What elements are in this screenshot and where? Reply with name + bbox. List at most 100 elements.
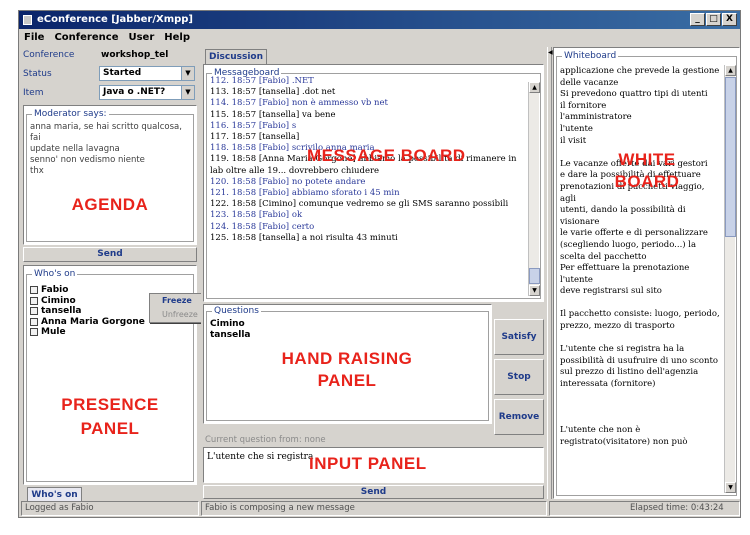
whiteboard-title: Whiteboard xyxy=(562,51,619,61)
whiteboard-line xyxy=(560,298,722,310)
scroll-down-icon[interactable]: ▼ xyxy=(725,482,736,493)
scroll-thumb[interactable] xyxy=(725,77,736,237)
user-icon xyxy=(30,307,38,316)
message-item: 124. 18:58 [Fabio] certo xyxy=(210,221,315,232)
maximize-button[interactable]: □ xyxy=(706,13,721,26)
whiteboard-line: prezzo, mezzo di trasporto xyxy=(560,321,675,332)
status-select[interactable]: Started ▼ xyxy=(99,66,195,81)
whiteboard-line xyxy=(560,333,722,345)
whiteboard-line xyxy=(560,402,722,414)
whiteboard-line: L'utente che si registra ha la xyxy=(560,344,685,355)
splitter-handle[interactable]: ◀ xyxy=(547,47,553,499)
scroll-up-icon[interactable]: ▲ xyxy=(529,82,540,93)
agenda-send-button[interactable]: Send xyxy=(23,247,197,262)
message-item: 121. 18:58 [Fabio] abbiamo sforato i 45 … xyxy=(210,188,400,199)
moderator-text: anna maria, se hai scritto qualcosa, fai… xyxy=(30,122,193,177)
whiteboard-overlay-label: WHITE BOARD xyxy=(597,149,697,193)
whiteboard-line: delle vacanze xyxy=(560,77,619,88)
whiteboard-line: l'utente xyxy=(560,123,593,134)
whiteboard-line: l'amministratore xyxy=(560,112,632,123)
hand-raising-overlay-line: PANEL xyxy=(317,371,377,390)
question-queue: Cimino tansella xyxy=(210,319,251,341)
menu-user[interactable]: User xyxy=(128,29,154,46)
questions-title: Questions xyxy=(212,306,261,316)
input-panel[interactable]: L'utente che si registra INPUT PANEL xyxy=(203,447,544,483)
user-name: Fabio xyxy=(41,285,69,295)
menu-help[interactable]: Help xyxy=(164,29,190,46)
agenda-overlay-label: AGENDA xyxy=(71,195,149,214)
stop-button[interactable]: Stop xyxy=(494,359,544,395)
status-middle: Fabio is composing a new message xyxy=(201,501,547,516)
user-name: Anna Maria Gorgone xyxy=(41,316,145,327)
moderator-group: Moderator says: anna maria, se hai scrit… xyxy=(26,109,194,242)
moderator-line: senno' non vedismo niente xyxy=(30,155,145,165)
scroll-thumb[interactable] xyxy=(529,268,540,284)
whiteboard-scrollbar[interactable]: ▲ ▼ xyxy=(724,65,736,493)
moderator-line: anna maria, se hai scritto qualcosa, fai xyxy=(30,122,182,143)
user-list: Fabio Cimino tansella Anna Maria Gorgone… xyxy=(30,285,145,338)
whiteboard-line: le varie offerte e di personalizzare xyxy=(560,228,708,239)
remove-button[interactable]: Remove xyxy=(494,399,544,435)
status-value: Started xyxy=(103,68,142,78)
input-overlay-label: INPUT PANEL xyxy=(309,454,427,473)
close-button[interactable]: X xyxy=(722,13,737,26)
message-item: 117. 18:57 [tansella] xyxy=(210,132,300,143)
whiteboard-line xyxy=(560,414,722,426)
conference-label: Conference xyxy=(23,50,75,60)
user-item[interactable]: Mule xyxy=(30,327,145,338)
tab-whos-on[interactable]: Who's on xyxy=(27,487,82,501)
whiteboard-text[interactable]: applicazione che prevede la gestione dell… xyxy=(560,66,722,494)
moderator-title: Moderator says: xyxy=(32,109,109,119)
message-item: 123. 18:58 [Fabio] ok xyxy=(210,210,303,221)
whiteboard-line: Per effettuare la prenotazione l'utente xyxy=(560,263,690,285)
whiteboard-line: registrato(visitatore) non può xyxy=(560,437,688,447)
messageboard-group: Messageboard 112. 18:57 [Fabio] .NET 113.… xyxy=(206,68,541,299)
presence-overlay-line: PRESENCE xyxy=(61,395,159,414)
status-label: Status xyxy=(23,69,52,79)
queue-item[interactable]: tansella xyxy=(210,330,251,341)
satisfy-button[interactable]: Satisfy xyxy=(494,319,544,355)
whiteboard-panel: Whiteboard applicazione che prevede la g… xyxy=(553,47,740,499)
user-item-selected[interactable]: Anna Maria Gorgone xyxy=(30,317,145,328)
tab-discussion[interactable]: Discussion xyxy=(205,49,267,64)
user-icon xyxy=(30,328,38,337)
status-right: Elapsed time: 0:43:24 xyxy=(549,501,740,516)
queue-item[interactable]: Cimino xyxy=(210,319,251,330)
whiteboard-overlay-line: BOARD xyxy=(614,172,680,191)
whiteboard-line: possibilità di usufruire di uno sconto xyxy=(560,355,719,366)
messageboard-scrollbar[interactable]: ▲ ▼ xyxy=(528,82,540,296)
chevron-down-icon[interactable]: ▼ xyxy=(181,86,194,99)
message-item: 112. 18:57 [Fabio] .NET xyxy=(210,76,314,86)
user-item[interactable]: Fabio xyxy=(30,285,145,296)
menu-conference[interactable]: Conference xyxy=(54,29,118,46)
hand-raising-overlay-label: HAND RAISING PANEL xyxy=(237,348,457,392)
minimize-button[interactable]: _ xyxy=(690,13,705,26)
whiteboard-line: L'utente che non è xyxy=(560,425,641,436)
left-column: Conference workshop_tel Status Started ▼… xyxy=(21,47,199,501)
scroll-up-icon[interactable]: ▲ xyxy=(725,65,736,76)
presence-overlay-line: PANEL xyxy=(80,419,140,438)
whiteboard-line: utenti, dando la possibilità di visionar… xyxy=(560,205,686,227)
menu-file[interactable]: File xyxy=(24,29,44,46)
app-window: eConference [Jabber/Xmpp] _ □ X File Con… xyxy=(18,10,741,518)
message-item: 122. 18:58 [Cimino] comunque vedremo se … xyxy=(210,199,509,210)
message-item: 120. 18:58 [Fabio] no potete andare xyxy=(210,176,366,187)
chevron-down-icon[interactable]: ▼ xyxy=(181,67,194,80)
whiteboard-line: scelta del pacchetto xyxy=(560,251,647,262)
presence-overlay-label: PRESENCE PANEL xyxy=(27,393,193,441)
scroll-down-icon[interactable]: ▼ xyxy=(529,285,540,296)
user-name: tansella xyxy=(41,306,82,316)
moderator-line: update nella lavagna xyxy=(30,144,120,154)
whiteboard-line: sul prezzo di listino dell'agenzia xyxy=(560,367,699,378)
user-item[interactable]: tansella xyxy=(30,306,145,317)
message-input[interactable]: L'utente che si registra xyxy=(207,452,313,462)
user-item[interactable]: Cimino xyxy=(30,296,145,307)
item-label: Item xyxy=(23,88,44,98)
item-select[interactable]: Java o .NET? ▼ xyxy=(99,85,195,100)
user-icon xyxy=(30,286,38,295)
hand-raising-overlay-line: HAND RAISING xyxy=(281,349,413,368)
whiteboard-line: il visit xyxy=(560,135,587,146)
user-name: Mule xyxy=(41,327,66,337)
splitter-arrow-icon[interactable]: ◀ xyxy=(548,49,553,56)
input-send-button[interactable]: Send xyxy=(203,485,544,499)
